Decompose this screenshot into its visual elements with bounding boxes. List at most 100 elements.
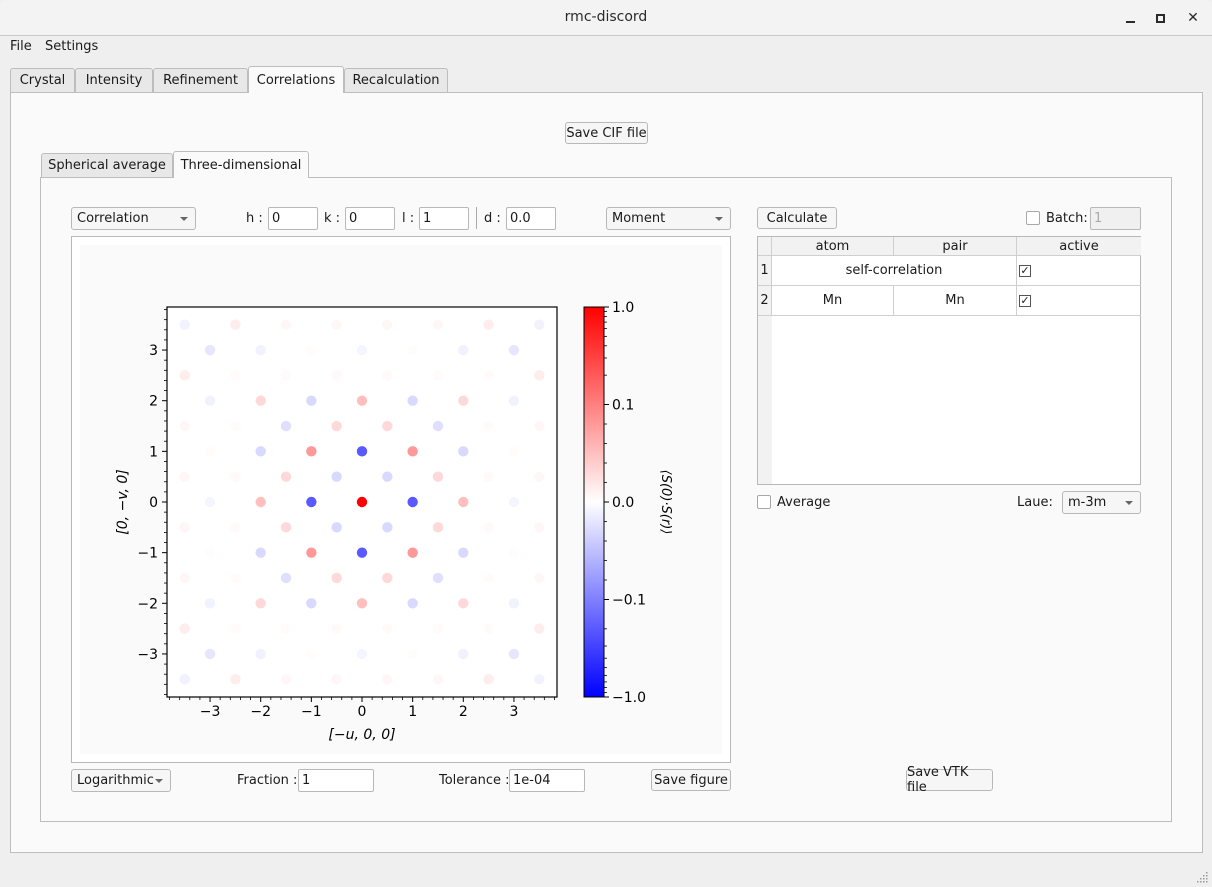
data-point xyxy=(255,496,266,508)
data-point xyxy=(407,344,418,356)
table-cell-active[interactable]: ✓ xyxy=(1017,286,1141,316)
data-point xyxy=(407,395,418,406)
header-pair[interactable]: pair xyxy=(894,237,1017,256)
tab-correlations[interactable]: Correlations xyxy=(248,66,344,93)
data-point xyxy=(382,471,393,482)
y-tick-label: 3 xyxy=(149,343,158,359)
y-tick-label: 0 xyxy=(149,495,158,511)
average-label: Average xyxy=(777,495,831,510)
data-point xyxy=(432,623,444,634)
table-cell-atom[interactable]: self-correlation xyxy=(772,256,1017,286)
colorbar xyxy=(583,306,605,698)
data-point xyxy=(534,522,545,533)
y-tick-label: −3 xyxy=(137,647,158,663)
fraction-input[interactable]: 1 xyxy=(298,769,374,792)
tolerance-input[interactable]: 1e-04 xyxy=(509,769,585,792)
active-checkbox[interactable]: ✓ xyxy=(1019,264,1031,277)
header-atom[interactable]: atom xyxy=(772,237,894,256)
data-point xyxy=(432,674,444,685)
data-point xyxy=(331,674,342,685)
table-cell-atom[interactable]: Mn xyxy=(772,286,894,316)
laue-value: m-3m xyxy=(1068,495,1107,510)
chevron-down-icon xyxy=(155,779,163,783)
data-point xyxy=(280,623,292,634)
batch-input[interactable]: 1 xyxy=(1090,207,1141,230)
data-point xyxy=(230,674,241,685)
data-point xyxy=(255,395,266,406)
data-point xyxy=(483,674,494,685)
data-point xyxy=(306,598,317,609)
data-point xyxy=(356,598,368,609)
scale-combo[interactable]: Logarithmic xyxy=(71,769,171,792)
data-point xyxy=(356,446,368,457)
data-point xyxy=(204,547,216,558)
header-active[interactable]: active xyxy=(1017,237,1141,256)
data-point xyxy=(230,420,241,432)
data-point xyxy=(508,496,520,508)
data-point xyxy=(280,370,292,381)
data-point xyxy=(432,319,444,330)
x-tick-label: −1 xyxy=(301,704,322,720)
data-point xyxy=(280,522,292,533)
row-header-2[interactable]: 2 xyxy=(758,286,772,316)
data-point xyxy=(483,319,494,330)
average-checkbox[interactable] xyxy=(757,495,771,509)
x-tick-label: 2 xyxy=(459,704,468,720)
laue-combo[interactable]: m-3m xyxy=(1062,491,1141,514)
colorbar-tick-label: 0.1 xyxy=(612,398,634,414)
data-point xyxy=(483,370,494,381)
row-header-1[interactable]: 1 xyxy=(758,256,772,286)
data-point xyxy=(407,598,418,609)
table-cell-active[interactable]: ✓ xyxy=(1017,256,1141,286)
calculate-button[interactable]: Calculate xyxy=(757,207,837,229)
batch-label: Batch: xyxy=(1046,211,1088,226)
data-point xyxy=(255,344,266,356)
data-point xyxy=(508,395,520,406)
data-point xyxy=(280,674,292,685)
x-tick-label: 1 xyxy=(408,704,417,720)
data-point xyxy=(255,446,266,457)
data-point xyxy=(534,370,545,381)
x-tick-label: 0 xyxy=(358,704,367,720)
data-point xyxy=(204,496,216,508)
data-point xyxy=(331,522,342,533)
batch-checkbox[interactable] xyxy=(1026,211,1040,225)
tab-three-dimensional[interactable]: Three-dimensional xyxy=(173,151,309,178)
data-point xyxy=(230,572,241,584)
data-point xyxy=(356,395,368,406)
save-figure-button[interactable]: Save figure xyxy=(651,769,731,791)
data-point xyxy=(407,547,418,558)
data-point xyxy=(534,420,545,432)
data-point xyxy=(508,648,520,660)
data-point xyxy=(306,547,317,558)
data-point xyxy=(255,648,266,660)
y-tick-label: 1 xyxy=(149,444,158,460)
y-tick-label: 2 xyxy=(149,394,158,410)
data-point xyxy=(204,395,216,406)
table-cell-pair[interactable]: Mn xyxy=(894,286,1017,316)
data-point xyxy=(179,420,190,432)
data-point xyxy=(458,648,469,660)
data-point xyxy=(382,420,393,432)
data-point xyxy=(458,496,469,508)
data-point xyxy=(306,344,317,356)
data-point xyxy=(483,623,494,634)
data-point xyxy=(179,319,190,330)
data-point xyxy=(255,598,266,609)
resize-grip[interactable] xyxy=(1195,871,1209,883)
data-point xyxy=(280,471,292,482)
colorbar-tick-label: 0.0 xyxy=(612,495,634,511)
x-axis-label: [−u, 0, 0] xyxy=(328,727,395,743)
data-point xyxy=(356,344,368,356)
data-point xyxy=(230,623,241,634)
data-point xyxy=(179,674,190,685)
y-tick-label: −1 xyxy=(137,546,158,562)
active-checkbox[interactable]: ✓ xyxy=(1019,294,1031,307)
save-vtk-button[interactable]: Save VTK file xyxy=(906,765,993,795)
data-point xyxy=(306,446,317,457)
table-corner xyxy=(758,237,772,256)
colorbar-tick-label: −0.1 xyxy=(612,593,646,609)
data-point xyxy=(508,598,520,609)
data-point xyxy=(280,420,292,432)
x-tick-label: −2 xyxy=(250,704,271,720)
